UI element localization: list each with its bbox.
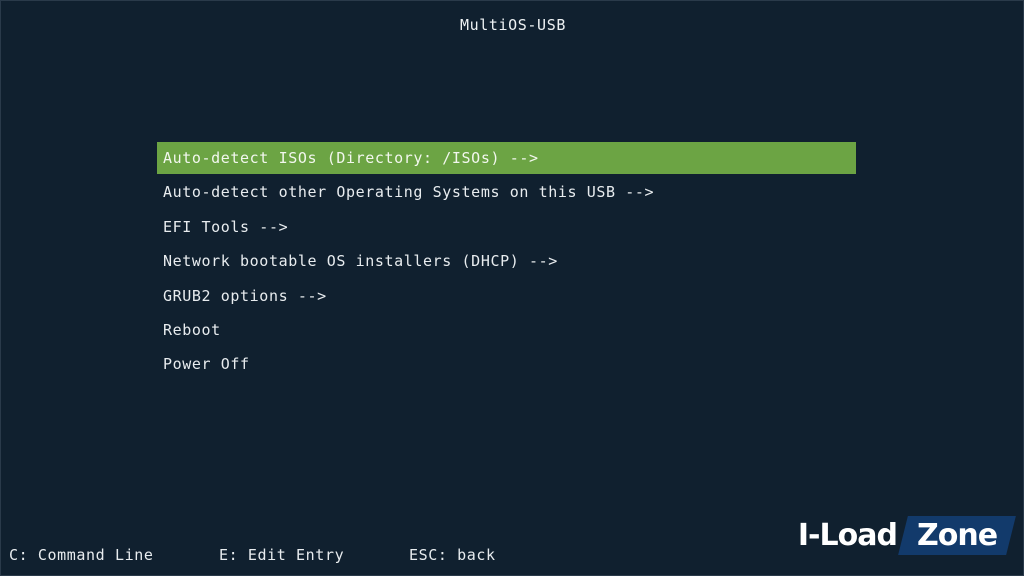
menu-item-reboot[interactable]: Reboot bbox=[157, 314, 856, 346]
back-hint: ESC: back bbox=[409, 546, 496, 564]
watermark-text-iload: I-Load bbox=[797, 518, 898, 553]
menu-item-grub2-options[interactable]: GRUB2 options --> bbox=[157, 280, 856, 312]
command-line-hint: C: Command Line bbox=[9, 546, 154, 564]
menu-item-network-installers[interactable]: Network bootable OS installers (DHCP) --… bbox=[157, 245, 856, 277]
menu-item-auto-detect-isos[interactable]: Auto-detect ISOs (Directory: /ISOs) --> bbox=[157, 142, 856, 174]
boot-menu: Auto-detect ISOs (Directory: /ISOs) --> … bbox=[157, 142, 856, 383]
menu-item-efi-tools[interactable]: EFI Tools --> bbox=[157, 211, 856, 243]
grub-boot-screen: MultiOS-USB Auto-detect ISOs (Directory:… bbox=[0, 0, 1024, 576]
edit-entry-hint: E: Edit Entry bbox=[219, 546, 345, 564]
watermark-text-zone: Zone bbox=[916, 518, 997, 553]
menu-item-power-off[interactable]: Power Off bbox=[157, 348, 856, 380]
menu-title: MultiOS-USB bbox=[460, 16, 566, 34]
watermark-zone-badge: Zone bbox=[898, 516, 1016, 555]
key-hints-bar: C: Command Line E: Edit Entry ESC: back bbox=[9, 546, 496, 564]
menu-item-auto-detect-other-os[interactable]: Auto-detect other Operating Systems on t… bbox=[157, 176, 856, 208]
watermark-logo: I-Load Zone bbox=[797, 516, 1016, 555]
